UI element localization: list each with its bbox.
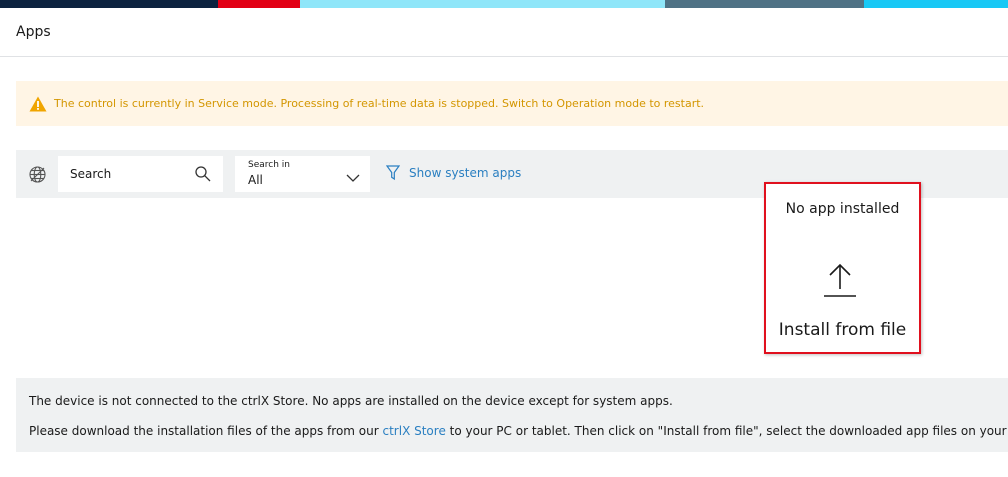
brand-segment [218,0,300,8]
page-title: Apps [16,24,51,40]
filter-icon [385,165,401,181]
search-input[interactable] [58,156,188,192]
title-divider [0,56,1008,57]
ctrlx-store-link[interactable]: ctrlX Store [383,424,446,438]
search-in-label: Search in [248,160,290,170]
search-in-value: All [248,173,263,187]
install-from-file-button[interactable]: Install from file [766,320,919,340]
brand-segment [0,0,218,8]
search-field[interactable] [58,156,223,192]
warning-message: The control is currently in Service mode… [54,97,705,110]
upload-arrow-icon[interactable] [822,262,858,298]
search-in-select[interactable]: Search in All [235,156,370,192]
info-line-download: Please download the installation files o… [29,424,1008,438]
chevron-down-icon [346,168,360,182]
brand-segment [300,0,665,8]
magnifier-icon[interactable] [195,166,211,182]
show-system-apps-toggle[interactable]: Show system apps [385,165,522,181]
show-system-apps-label: Show system apps [409,166,522,180]
no-app-installed-message: No app installed [785,201,900,217]
brand-segment [864,0,1008,8]
brand-segment [665,0,864,8]
info-line-not-connected: The device is not connected to the ctrlX… [29,394,673,408]
warning-triangle-icon [29,95,47,113]
store-info-box: The device is not connected to the ctrlX… [16,378,1008,452]
brand-color-bar [0,0,1008,8]
service-mode-warning: The control is currently in Service mode… [16,81,1008,126]
globe-icon[interactable] [29,166,46,183]
info-line-suffix: to your PC or tablet. Then click on "Ins… [445,424,1008,438]
empty-state-panel: No app installed Install from file [764,182,921,354]
info-line-prefix: Please download the installation files o… [29,424,383,438]
